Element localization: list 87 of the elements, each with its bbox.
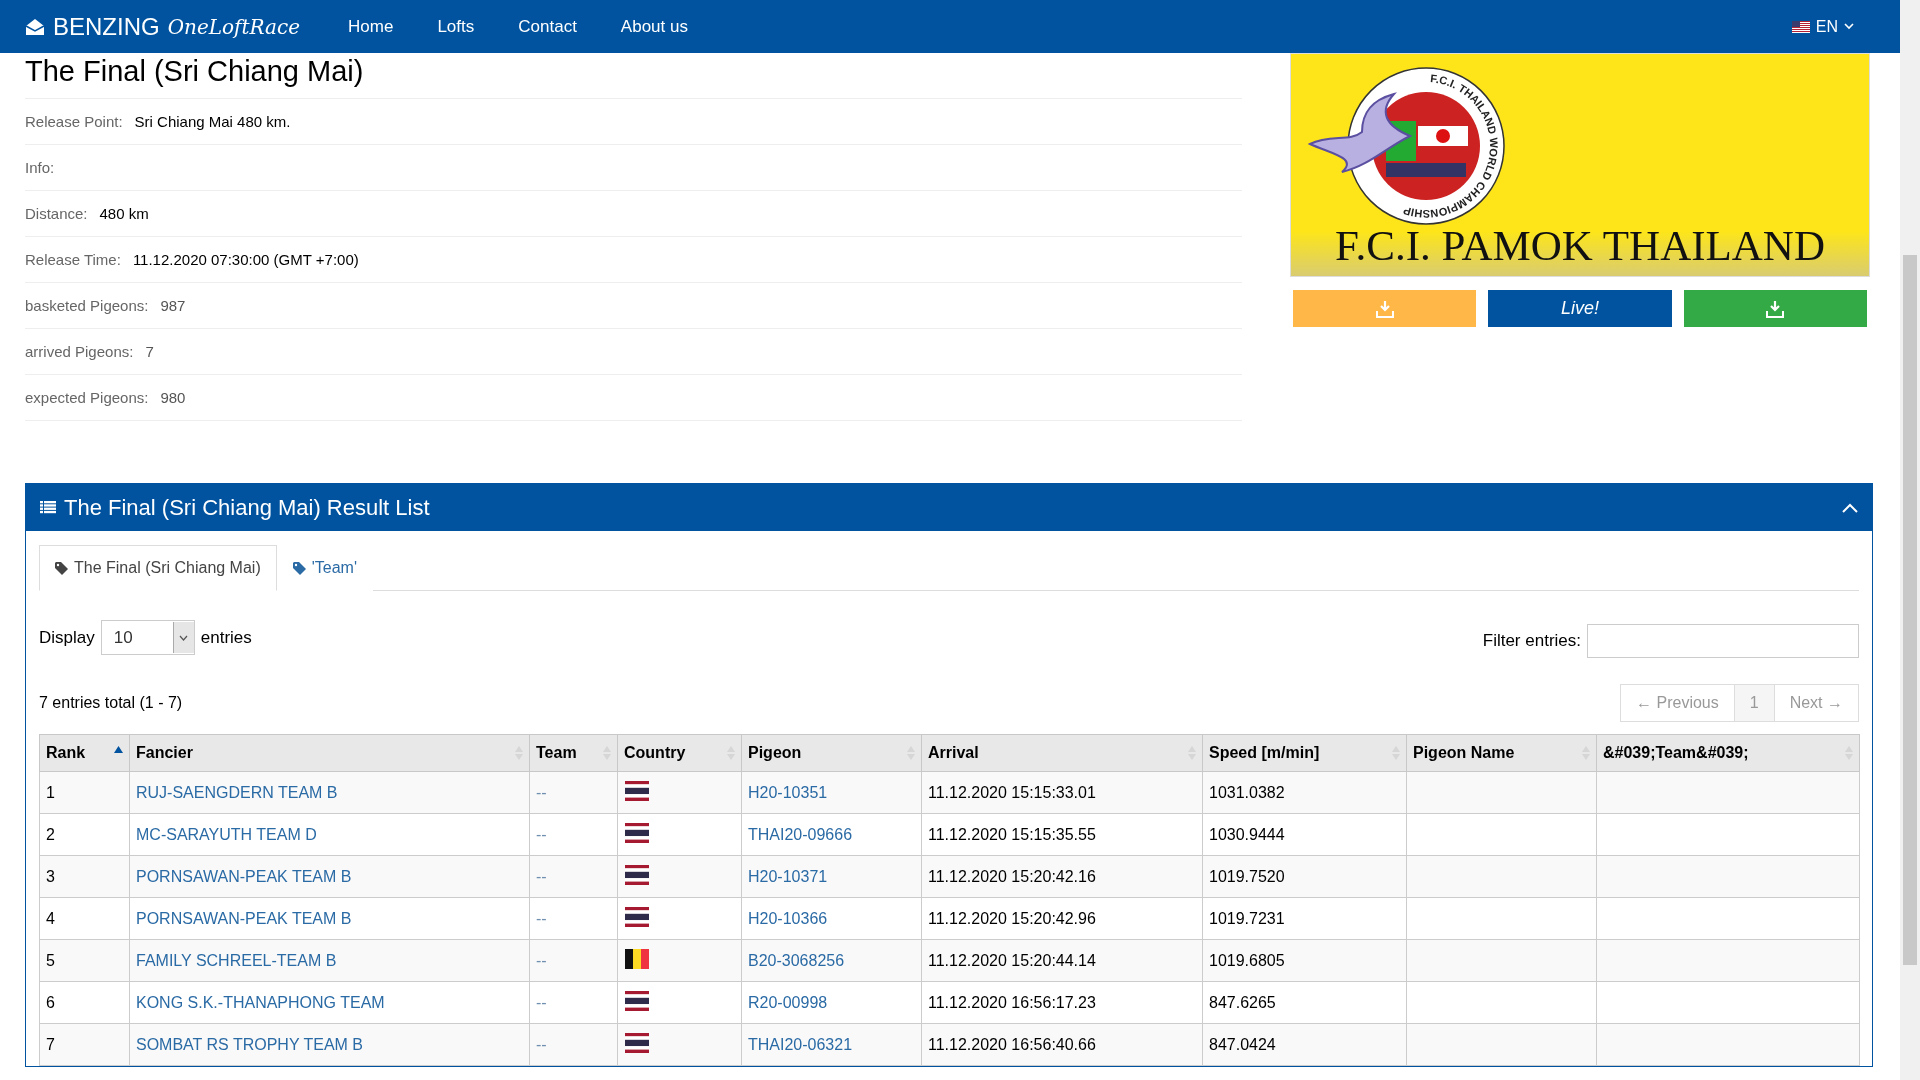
- column-header[interactable]: Country: [617, 734, 742, 772]
- chevron-icon: [179, 634, 189, 641]
- download-icon: [1765, 298, 1786, 319]
- detail-label: basketed Pigeons:: [25, 297, 149, 314]
- tab[interactable]: The Final (Sri Chiang Mai): [39, 545, 277, 591]
- table-cell: 1019.6805: [1202, 939, 1407, 982]
- team-link[interactable]: --: [536, 909, 547, 927]
- race-title: The Final (Sri Chiang Mai): [25, 53, 1242, 99]
- team-link[interactable]: --: [536, 867, 547, 885]
- column-header[interactable]: Arrival: [921, 734, 1203, 772]
- table-cell: 4: [39, 897, 130, 940]
- table-cell: 1019.7520: [1202, 855, 1407, 898]
- scrollbar-thumb[interactable]: [1903, 255, 1917, 965]
- download-button[interactable]: [1293, 290, 1477, 327]
- table-cell: 11.12.2020 16:56:40.66: [921, 1023, 1203, 1066]
- next-button[interactable]: Next →: [1773, 684, 1859, 722]
- scrollbar[interactable]: [1900, 0, 1920, 1080]
- column-header[interactable]: Rank: [39, 734, 130, 772]
- detail-label: Release Time:: [25, 251, 121, 268]
- team-link[interactable]: --: [536, 825, 547, 843]
- filter-label: Filter entries:: [1482, 631, 1581, 651]
- filter-field[interactable]: [1587, 624, 1859, 658]
- table-cell: 1: [39, 771, 130, 814]
- flag-icon: [1791, 20, 1810, 33]
- list-icon: [40, 501, 56, 514]
- nav-link[interactable]: Lofts: [437, 16, 475, 37]
- detail-label: Release Point:: [25, 113, 123, 130]
- table-cell: 11.12.2020 15:15:33.01: [921, 771, 1203, 814]
- collapse-icon[interactable]: [1842, 502, 1858, 513]
- nav-link[interactable]: About us: [620, 16, 688, 37]
- table-cell: 1019.7231: [1202, 897, 1407, 940]
- table-cell: 7: [39, 1023, 130, 1066]
- tag-icon: [55, 561, 71, 575]
- download-button[interactable]: [1683, 290, 1867, 327]
- detail-value: 987: [160, 297, 186, 314]
- detail-value: 480 km: [99, 205, 149, 222]
- detail-value: 7: [145, 343, 154, 360]
- detail-label: Info:: [25, 159, 55, 176]
- table-cell: 3: [39, 855, 130, 898]
- team-link[interactable]: --: [536, 993, 547, 1011]
- fancier-link[interactable]: MC-SARAYUTH TEAM D: [136, 825, 317, 843]
- pigeon-link[interactable]: H20-10371: [748, 867, 828, 885]
- column-header[interactable]: &#039;Team&#039;: [1596, 734, 1860, 772]
- table-cell: 847.6265: [1202, 981, 1407, 1024]
- team-link[interactable]: --: [536, 1035, 547, 1053]
- pigeon-link[interactable]: H20-10366: [748, 909, 828, 927]
- nav-link[interactable]: Home: [348, 16, 394, 37]
- table-cell: 11.12.2020 15:20:42.16: [921, 855, 1203, 898]
- column-header[interactable]: Fancier: [129, 734, 530, 772]
- entries-dropdown[interactable]: 10: [100, 620, 195, 655]
- team-link[interactable]: --: [536, 951, 547, 969]
- detail-value: 980: [160, 389, 186, 406]
- entries-total: 7 entries total (1 - 7): [39, 694, 183, 712]
- team-link[interactable]: --: [536, 783, 547, 801]
- detail-value: 11.12.2020 07:30:00 (GMT +7:00): [132, 251, 359, 268]
- table-cell: 6: [39, 981, 130, 1024]
- table-cell: 1030.9444: [1202, 813, 1407, 856]
- tag-icon: [292, 561, 309, 575]
- nav-link[interactable]: Contact: [518, 16, 577, 37]
- pigeon-link[interactable]: R20-00998: [748, 993, 828, 1011]
- pigeon-link[interactable]: H20-10351: [748, 783, 828, 801]
- detail-label: expected Pigeons:: [25, 389, 149, 406]
- brand-logo[interactable]: BENZING: [53, 12, 160, 41]
- table-cell: 11.12.2020 15:15:35.55: [921, 813, 1203, 856]
- detail-label: arrived Pigeons:: [25, 343, 134, 360]
- live-button[interactable]: Live!: [1488, 290, 1672, 327]
- envelope-icon: [25, 17, 45, 36]
- language-selector[interactable]: EN: [1785, 16, 1860, 37]
- column-header[interactable]: Team: [529, 734, 618, 772]
- entries-label: entries: [200, 627, 252, 648]
- column-header[interactable]: Pigeon: [741, 734, 922, 772]
- panel-title: The Final (Sri Chiang Mai) Result List: [64, 494, 430, 521]
- display-label: Display: [39, 627, 95, 648]
- column-header[interactable]: Speed [m/min]: [1202, 734, 1407, 772]
- detail-label: Distance:: [25, 205, 88, 222]
- table-cell: 11.12.2020 15:20:44.14: [921, 939, 1203, 982]
- table-cell: 5: [39, 939, 130, 982]
- download-icon: [1374, 298, 1395, 319]
- table-cell: 11.12.2020 15:20:42.96: [921, 897, 1203, 940]
- caret-icon: [1844, 23, 1854, 30]
- column-header[interactable]: Pigeon Name: [1406, 734, 1597, 772]
- table-cell: 1031.0382: [1202, 771, 1407, 814]
- brand-logo-script[interactable]: OneLoftRace: [167, 14, 301, 39]
- table-cell: 847.0424: [1202, 1023, 1407, 1066]
- table-cell: 2: [39, 813, 130, 856]
- detail-value: Sri Chiang Mai 480 km.: [134, 113, 291, 130]
- table-cell: 11.12.2020 16:56:17.23: [921, 981, 1203, 1024]
